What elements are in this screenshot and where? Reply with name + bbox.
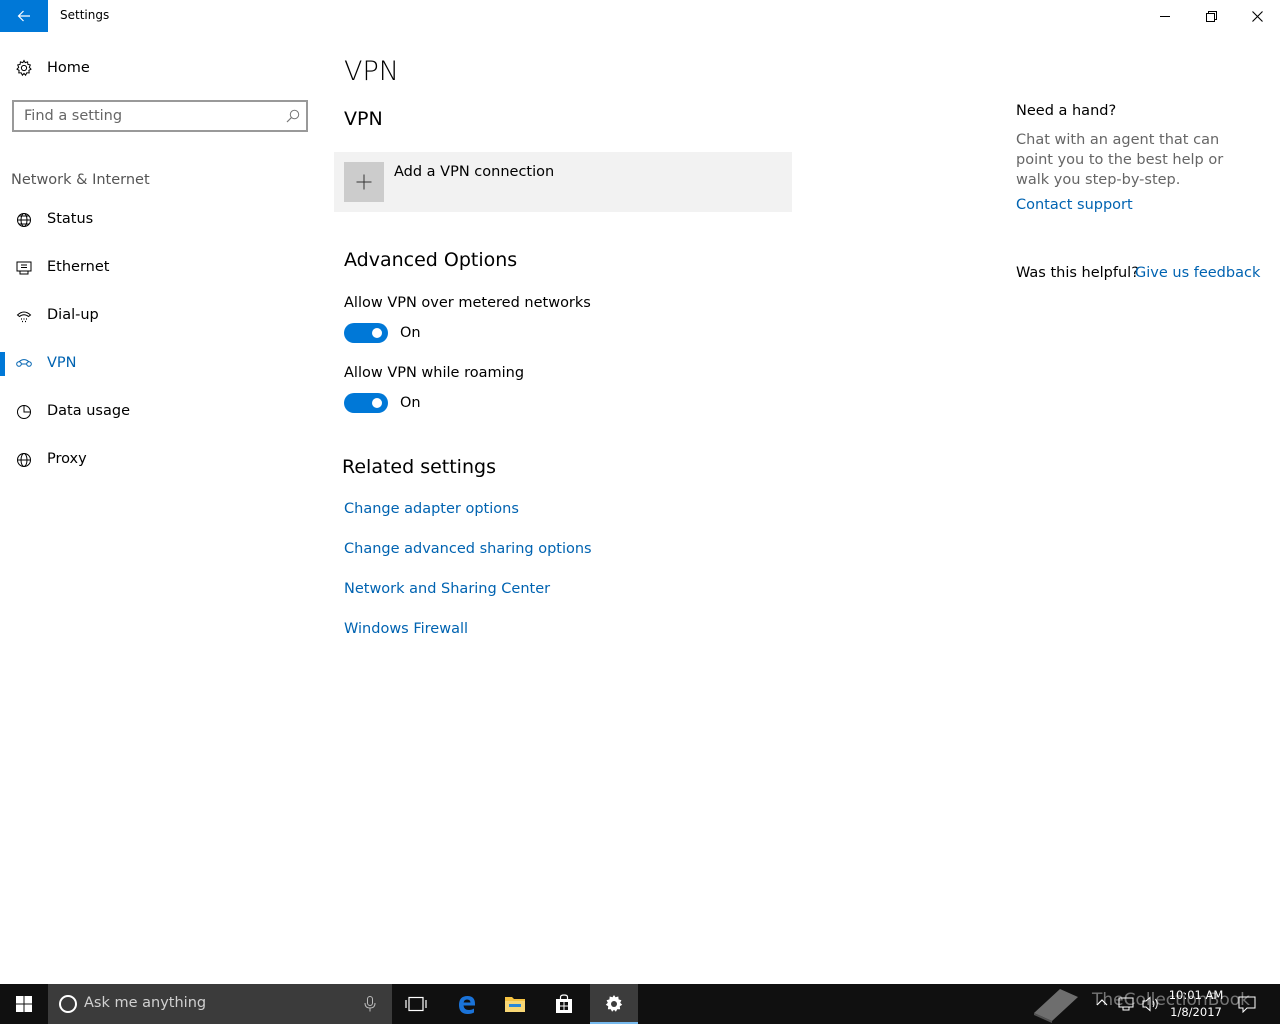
edge-icon xyxy=(459,996,475,1014)
sidebar-item-status[interactable]: Status xyxy=(0,200,320,240)
store-taskbar-button[interactable] xyxy=(540,984,588,1024)
taskbar: Ask me anything TheCollectionBook 10:01 … xyxy=(0,984,1280,1024)
help-title: Need a hand? xyxy=(1016,103,1117,119)
data-usage-icon xyxy=(17,405,31,419)
settings-search-input[interactable] xyxy=(24,108,274,124)
book-logo-icon xyxy=(1034,989,1078,1023)
home-label: Home xyxy=(47,60,90,76)
chevron-up-icon[interactable] xyxy=(1096,998,1108,1006)
network-sharing-center-link[interactable]: Network and Sharing Center xyxy=(344,581,550,597)
sidebar-item-proxy[interactable]: Proxy xyxy=(0,440,320,480)
close-icon xyxy=(1251,10,1263,22)
page-title: VPN xyxy=(344,56,399,87)
sidebar-item-label: Dial-up xyxy=(47,307,99,323)
roaming-state: On xyxy=(400,395,421,411)
task-view-icon xyxy=(405,996,427,1012)
dial-up-icon xyxy=(16,311,32,323)
sidebar-item-label: Ethernet xyxy=(47,259,110,275)
settings-search-box[interactable] xyxy=(12,100,308,132)
clock-date[interactable]: 1/8/2017 xyxy=(1166,1005,1226,1019)
cortana-circle-icon xyxy=(59,995,77,1013)
close-button[interactable] xyxy=(1234,0,1280,32)
title-bar: Settings xyxy=(0,0,1280,32)
sidebar-item-dial-up[interactable]: Dial-up xyxy=(0,296,320,336)
windows-logo-icon xyxy=(16,996,32,1012)
plus-icon xyxy=(356,174,372,190)
clock-time[interactable]: 10:01 AM xyxy=(1166,988,1226,1002)
metered-networks-toggle[interactable] xyxy=(344,323,388,343)
add-vpn-label: Add a VPN connection xyxy=(394,164,555,180)
helpful-question: Was this helpful? xyxy=(1016,265,1139,281)
globe-status-icon xyxy=(17,213,31,227)
toggle-knob xyxy=(372,398,382,408)
microphone-icon[interactable] xyxy=(364,996,376,1012)
action-center-icon[interactable] xyxy=(1238,996,1256,1013)
sidebar-item-label: VPN xyxy=(47,355,77,371)
roaming-toggle[interactable] xyxy=(344,393,388,413)
cortana-placeholder: Ask me anything xyxy=(84,995,207,1011)
minimize-button[interactable] xyxy=(1142,0,1188,32)
sidebar-item-label: Status xyxy=(47,211,94,227)
vpn-icon xyxy=(16,359,32,367)
settings-gear-icon xyxy=(605,995,623,1012)
restore-button[interactable] xyxy=(1188,0,1234,32)
ethernet-icon xyxy=(16,261,32,275)
related-settings-title: Related settings xyxy=(342,456,496,478)
sidebar-item-label: Data usage xyxy=(47,403,130,419)
change-adapter-options-link[interactable]: Change adapter options xyxy=(344,501,519,517)
globe-icon xyxy=(17,453,31,467)
contact-support-link[interactable]: Contact support xyxy=(1016,197,1133,213)
sidebar-item-data-usage[interactable]: Data usage xyxy=(0,392,320,432)
settings-taskbar-button[interactable] xyxy=(590,984,638,1024)
network-icon[interactable] xyxy=(1118,996,1134,1012)
back-button[interactable] xyxy=(0,0,48,32)
roaming-label: Allow VPN while roaming xyxy=(344,365,525,381)
selection-indicator xyxy=(0,352,5,376)
nav-section-label: Network & Internet xyxy=(11,172,150,188)
change-advanced-sharing-link[interactable]: Change advanced sharing options xyxy=(344,541,592,557)
minimize-icon xyxy=(1160,16,1170,17)
sidebar-item-vpn[interactable]: VPN xyxy=(0,344,320,384)
sidebar-item-label: Proxy xyxy=(47,451,87,467)
back-arrow-icon xyxy=(17,10,30,22)
cortana-search-box[interactable]: Ask me anything xyxy=(48,984,392,1024)
give-feedback-link[interactable]: Give us feedback xyxy=(1135,265,1260,281)
restore-icon xyxy=(1205,10,1217,22)
add-vpn-connection-button[interactable]: Add a VPN connection xyxy=(334,152,792,212)
gear-icon xyxy=(16,59,32,77)
help-text: Chat with an agent that can point you to… xyxy=(1016,132,1224,188)
folder-icon xyxy=(505,997,525,1012)
metered-networks-label: Allow VPN over metered networks xyxy=(344,295,591,311)
vpn-section-title: VPN xyxy=(344,108,383,130)
start-button[interactable] xyxy=(0,984,48,1024)
windows-firewall-link[interactable]: Windows Firewall xyxy=(344,621,468,637)
nav-home[interactable]: Home xyxy=(0,52,320,84)
file-explorer-taskbar-button[interactable] xyxy=(491,984,539,1024)
add-vpn-tile xyxy=(344,162,384,202)
volume-icon[interactable] xyxy=(1142,996,1160,1012)
edge-taskbar-button[interactable] xyxy=(443,984,491,1024)
metered-networks-state: On xyxy=(400,325,421,341)
sidebar-item-ethernet[interactable]: Ethernet xyxy=(0,248,320,288)
toggle-knob xyxy=(372,328,382,338)
search-icon[interactable] xyxy=(286,109,300,123)
app-title: Settings xyxy=(60,8,110,22)
task-view-button[interactable] xyxy=(392,984,440,1024)
store-bag-icon xyxy=(556,994,572,1013)
advanced-options-title: Advanced Options xyxy=(344,249,518,271)
